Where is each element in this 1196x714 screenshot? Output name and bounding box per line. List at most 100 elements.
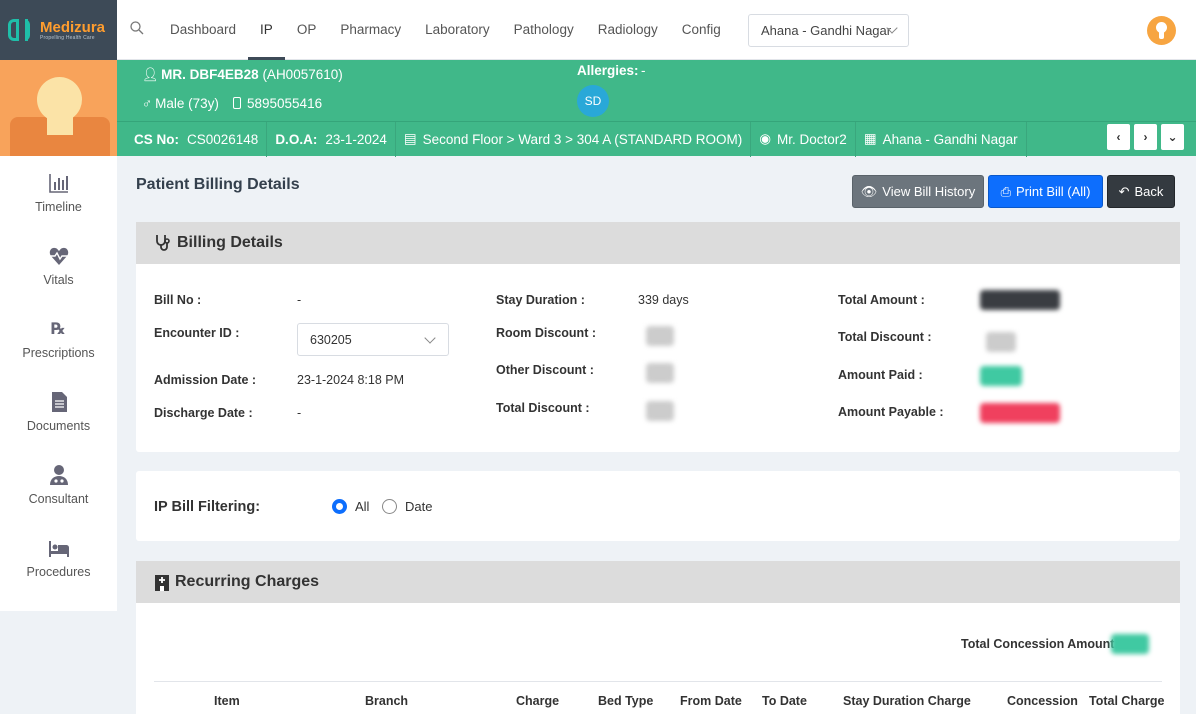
doa: D.O.A: 23-1-2024 [267,121,396,157]
male-icon: ♂ [142,96,153,111]
tab-ip[interactable]: IP [248,0,285,60]
cs-label: CS No: [134,131,179,147]
sidebar-item-timeline[interactable]: Timeline [0,156,117,229]
patient-banner: 👤︎ MR. DBF4EB28 (AH0057610) ♂ Male (73y) 5… [117,60,1196,157]
document-icon [51,391,67,412]
sidebar-item-label: Timeline [35,199,82,214]
patient-gender-row: ♂ Male (73y) [142,96,219,111]
avatar-head [37,77,82,122]
filter-option-all-label: All [355,499,370,514]
doctor-value: Mr. Doctor2 [777,131,847,147]
hospital-icon: ▦ [863,131,877,146]
doctor-icon [49,464,68,485]
billing-details-card: Billing Details Bill No : - Encounter ID… [136,222,1180,452]
print-bill-label: Print Bill (All) [1016,184,1091,199]
tab-op[interactable]: OP [285,0,329,60]
total-discount-mid-value-redacted [646,401,674,421]
discharge-date-label: Discharge Date : [154,406,253,420]
total-amount-label: Total Amount : [838,293,925,307]
view-bill-history-button[interactable]: 👁︎ View Bill History [852,175,984,208]
brand-name: Medizura [40,18,106,36]
column-header-stay-duration-charge: Stay Duration Charge [843,694,971,708]
patient-gender-age: Male (73y) [155,96,219,111]
bill-no-value: - [297,293,302,307]
printer-icon: ⎙ [1000,183,1011,199]
branch-value: Ahana - Gandhi Nagar [882,131,1018,147]
brand-logo[interactable]: Medizura Propelling Health Care [0,0,117,60]
sidebar-item-vitals[interactable]: Vitals [0,229,117,302]
sidebar-item-prescriptions[interactable]: ℞ Prescriptions [0,302,117,375]
stay-duration-value: 339 days [638,293,689,307]
sidebar-item-consultant[interactable]: Consultant [0,448,117,521]
prev-patient-button[interactable]: ‹ [1107,124,1130,150]
filter-radio-date[interactable]: Date [382,499,432,514]
stethoscope-icon [156,235,170,251]
bed-icon [48,540,69,557]
column-header-item: Item [214,694,240,708]
radio-selected-indicator [332,499,347,514]
initials-badge[interactable]: SD [577,85,609,117]
eye-icon: 👁︎ [860,183,878,199]
expand-button[interactable]: ⌄ [1161,124,1184,150]
total-discount-label: Total Discount : [838,330,932,344]
stay-duration-label: Stay Duration : [496,293,585,307]
svg-text:℞: ℞ [51,319,65,338]
column-header-to-date: To Date [762,694,807,708]
amount-payable-label: Amount Payable : [838,405,944,419]
patient-name-row: 👤︎ MR. DBF4EB28 (AH0057610) [142,67,343,83]
amount-payable-value-redacted [980,403,1060,423]
table-divider [154,681,1162,682]
next-patient-button[interactable]: › [1134,124,1157,150]
tab-pathology[interactable]: Pathology [502,0,586,60]
search-icon[interactable] [130,21,144,35]
sidebar-item-documents[interactable]: Documents [0,375,117,448]
page-title: Patient Billing Details [136,176,300,193]
cs-value: CS0026148 [187,131,259,147]
billing-details-header: Billing Details [136,222,1180,264]
total-concession-value-redacted [1111,634,1149,654]
sidebar-item-procedures[interactable]: Procedures [0,521,117,594]
room-discount-value-redacted [646,326,674,346]
patient-photo [0,60,117,156]
branch-select[interactable]: Ahana - Gandhi Nagar [748,14,909,47]
tab-laboratory[interactable]: Laboratory [413,0,502,60]
patient-phone-row: 5895055416 [233,96,322,111]
ip-bill-filter-card: IP Bill Filtering: All Date [136,471,1180,541]
encounter-info-strip: CS No: CS0026148 D.O.A: 23-1-2024 ▤ Second … [117,121,1196,157]
user-icon: 👤︎ [142,67,160,82]
tab-config[interactable]: Config [670,0,733,60]
tab-dashboard[interactable]: Dashboard [158,0,248,60]
billing-details-title: Billing Details [177,234,283,251]
filter-radio-all[interactable]: All [332,499,369,514]
user-avatar[interactable] [1147,16,1176,45]
doa-value: 23-1-2024 [325,131,387,147]
recurring-charges-card: Recurring Charges Total Concession Amoun… [136,561,1180,714]
column-header-from-date: From Date [680,694,742,708]
ip-bill-filtering-label: IP Bill Filtering: [154,499,261,515]
sidebar-item-label: Consultant [28,491,89,506]
bed-icon: ▤ [403,131,417,146]
admission-date-value: 23-1-2024 8:18 PM [297,373,405,387]
recurring-charges-header: Recurring Charges [136,561,1180,603]
back-label: Back [1134,184,1164,199]
room-info: ▤ Second Floor > Ward 3 > 304 A (STANDARD… [396,121,752,157]
back-button[interactable]: ↶ Back [1107,175,1175,208]
tab-radiology[interactable]: Radiology [586,0,670,60]
bill-no-label: Bill No : [154,293,202,307]
patient-sidebar: Timeline Vitals ℞ Prescriptions Document… [0,156,117,611]
heartbeat-icon [49,247,68,265]
sidebar-item-label: Vitals [43,272,74,287]
tab-pharmacy[interactable]: Pharmacy [328,0,413,60]
medical-cross-icon [8,19,30,41]
branch-info: ▦ Ahana - Gandhi Nagar [856,121,1027,157]
encounter-id-value: 630205 [310,333,352,347]
amount-paid-label: Amount Paid : [838,368,923,382]
discharge-date-value: - [297,406,302,420]
encounter-id-select[interactable]: 630205 [297,323,449,356]
allergies-label: Allergies: [577,63,639,78]
column-header-concession: Concession [1007,694,1078,708]
print-bill-button[interactable]: ⎙ Print Bill (All) [988,175,1103,208]
rx-icon: ℞ [51,319,65,338]
chart-icon [48,173,68,193]
doa-label: D.O.A: [275,131,318,147]
